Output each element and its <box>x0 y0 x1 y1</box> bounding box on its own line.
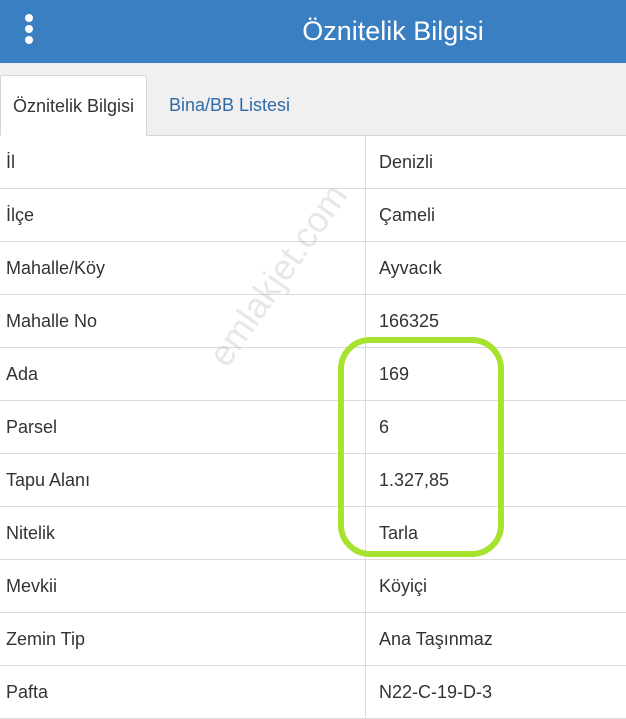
more-options-icon[interactable] <box>18 14 40 48</box>
table-row: Mahalle No166325 <box>0 295 626 348</box>
row-value: 166325 <box>366 295 626 348</box>
row-value: Tarla <box>366 507 626 560</box>
row-value: 6 <box>366 401 626 454</box>
attribute-table: İlDenizli İlçeÇameli Mahalle/KöyAyvacık … <box>0 136 626 719</box>
row-value: 1.327,85 <box>366 454 626 507</box>
tab-bar: Öznitelik Bilgisi Bina/BB Listesi <box>0 63 626 136</box>
table-row: Zemin TipAna Taşınmaz <box>0 613 626 666</box>
row-value: 169 <box>366 348 626 401</box>
row-value: Ayvacık <box>366 242 626 295</box>
table-row: İlDenizli <box>0 136 626 189</box>
table-row: Mahalle/KöyAyvacık <box>0 242 626 295</box>
row-value: Köyiçi <box>366 560 626 613</box>
table-row: NitelikTarla <box>0 507 626 560</box>
app-header: Öznitelik Bilgisi <box>0 0 626 63</box>
tab-bina-bb-listesi[interactable]: Bina/BB Listesi <box>157 75 302 135</box>
row-key: Zemin Tip <box>0 613 366 666</box>
row-key: Mahalle No <box>0 295 366 348</box>
table-row: Parsel6 <box>0 401 626 454</box>
row-key: Ada <box>0 348 366 401</box>
row-key: İl <box>0 136 366 189</box>
row-value: Ana Taşınmaz <box>366 613 626 666</box>
page-title: Öznitelik Bilgisi <box>160 0 626 63</box>
row-value: Çameli <box>366 189 626 242</box>
table-row: PaftaN22-C-19-D-3 <box>0 666 626 719</box>
table-row: Ada169 <box>0 348 626 401</box>
row-value: N22-C-19-D-3 <box>366 666 626 719</box>
table-row: MevkiiKöyiçi <box>0 560 626 613</box>
row-key: Parsel <box>0 401 366 454</box>
row-key: İlçe <box>0 189 366 242</box>
row-key: Mevkii <box>0 560 366 613</box>
row-key: Pafta <box>0 666 366 719</box>
table-row: İlçeÇameli <box>0 189 626 242</box>
row-key: Nitelik <box>0 507 366 560</box>
row-key: Tapu Alanı <box>0 454 366 507</box>
tab-oznitelik-bilgisi[interactable]: Öznitelik Bilgisi <box>0 75 147 136</box>
table-row: Tapu Alanı1.327,85 <box>0 454 626 507</box>
row-value: Denizli <box>366 136 626 189</box>
row-key: Mahalle/Köy <box>0 242 366 295</box>
